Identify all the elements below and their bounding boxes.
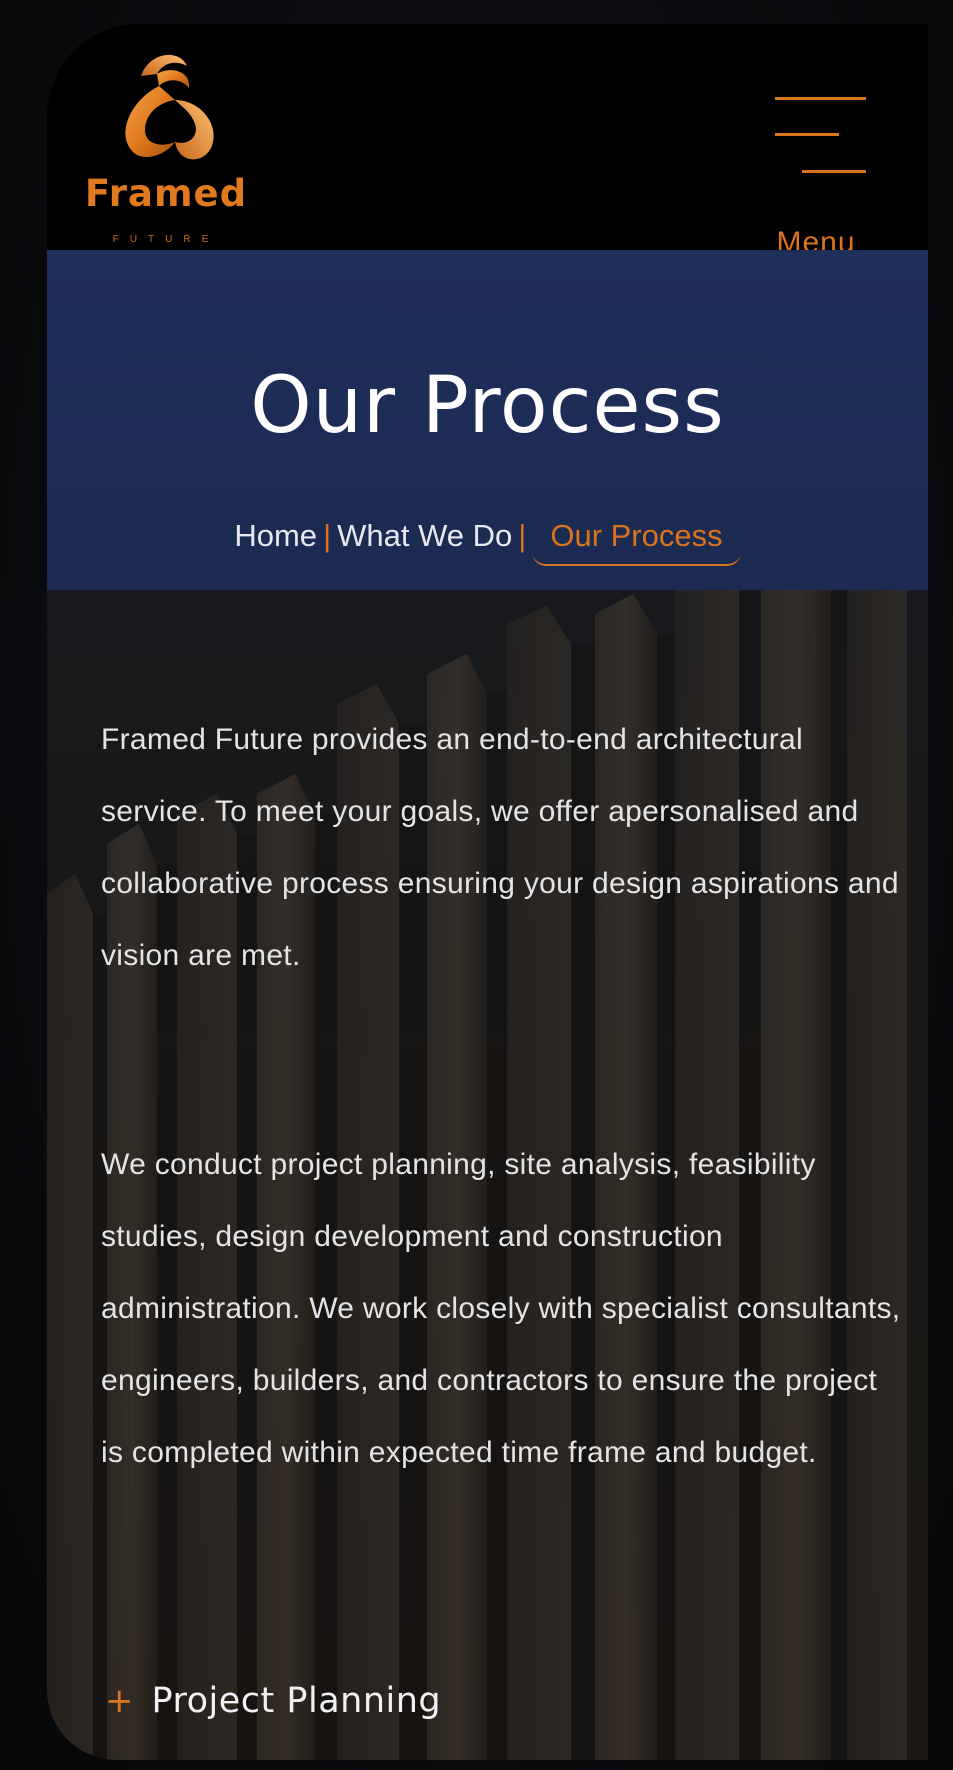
breadcrumb-home-link[interactable]: Home (234, 518, 317, 553)
breadcrumb-what-we-do-link[interactable]: What We Do (337, 518, 512, 553)
logo-subtext: FUTURE (112, 234, 220, 245)
screen-background: Framed FUTURE Menu Our Process Home | Wh… (0, 0, 953, 1770)
accordion-label: Project Planning (151, 1681, 442, 1721)
hamburger-line (775, 97, 866, 100)
phone-frame: Framed FUTURE Menu Our Process Home | Wh… (47, 24, 928, 1760)
site-logo[interactable]: Framed FUTURE (71, 44, 261, 254)
hamburger-line (802, 170, 866, 173)
breadcrumb: Home | What We Do | Our Process (47, 518, 928, 566)
logo-mark-icon (125, 54, 214, 160)
breadcrumb-separator: | (518, 518, 527, 553)
hamburger-line (775, 133, 839, 136)
site-header: Framed FUTURE Menu (47, 24, 928, 259)
accordion-item-project-planning[interactable]: + Project Planning (105, 1676, 441, 1726)
logo-wordmark: Framed (84, 172, 248, 215)
menu-button[interactable]: Menu (766, 72, 866, 259)
intro-paragraph: Framed Future provides an end-to-end arc… (101, 723, 899, 972)
page-hero: Our Process Home | What We Do | Our Process (47, 250, 928, 590)
plus-icon: + (105, 1681, 134, 1721)
page-title: Our Process (250, 361, 725, 451)
breadcrumb-current: Our Process (532, 518, 741, 566)
services-paragraph: We conduct project planning, site analys… (101, 1148, 901, 1469)
breadcrumb-separator: | (323, 518, 332, 553)
